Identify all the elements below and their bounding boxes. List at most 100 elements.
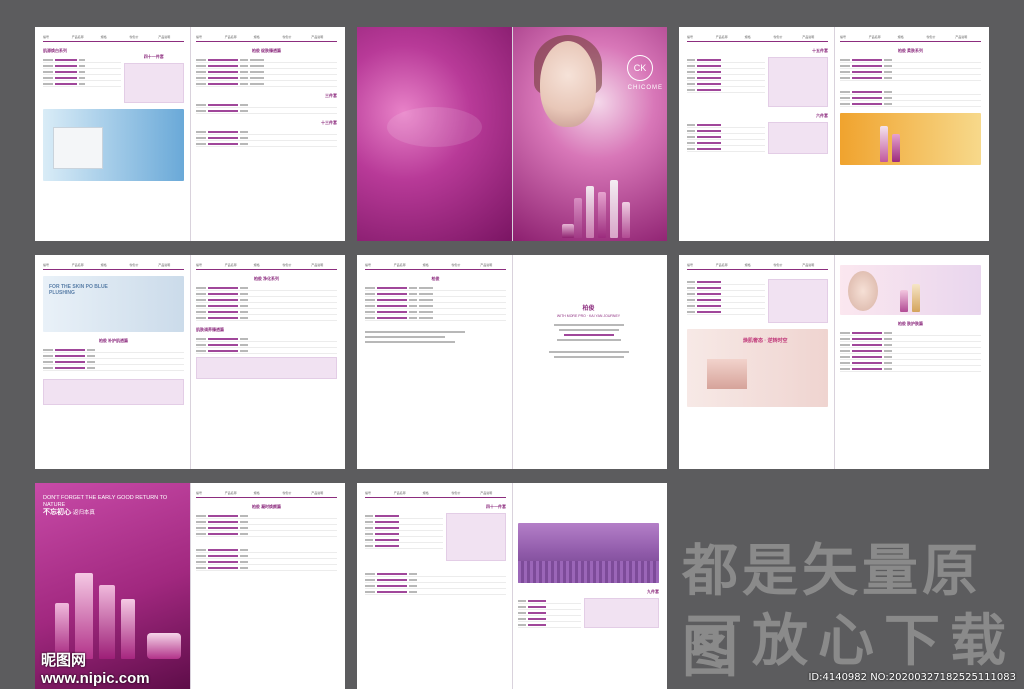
- page-right: 柏俊 WITH MORE PRO · KAI YAN JOURNEY: [512, 255, 667, 469]
- poster-lead: DON'T FORGET THE EARLY GOOD RETURN TO NA…: [43, 495, 168, 516]
- page-left: 编号 产品名称 规格 零售价 产品说明 四十一件套: [357, 483, 512, 689]
- section-title: 柏俊 凝时焕颜篇: [251, 504, 282, 509]
- product-table: [196, 336, 337, 354]
- page-right: 柏俊 肤护肤篇: [834, 255, 989, 469]
- catalog-spread-4: 编号 产品名称 规格 零售价 产品说明 FOR THE SKIN PO BLUE PLU…: [35, 255, 345, 469]
- nipic-logo: 昵图网 www.nipic.com: [41, 652, 150, 687]
- product-bottle: [622, 202, 630, 238]
- product-banner: FOR THE SKIN PO BLUE PLUSHING: [43, 276, 184, 332]
- banner-title: FOR THE SKIN PO BLUE PLUSHING: [49, 284, 108, 296]
- product-bottle: [892, 134, 900, 162]
- image-id: ID:4140982 NO:20200327182525111083: [808, 672, 1016, 683]
- description-box: [445, 513, 506, 561]
- page-left: 编号 产品名称 规格 零售价 产品说明 FOR THE SKIN PO BLUE PLU…: [35, 255, 190, 469]
- section-title: 柏俊 肤护肤篇: [897, 321, 924, 326]
- banner-title: 焕肌奢态 · 逆转时空: [743, 338, 788, 344]
- section-title: 柏俊 净化系列: [253, 276, 280, 281]
- product-table: [840, 89, 981, 107]
- back-cover: [357, 27, 512, 241]
- table-header: 编号 产品名称 规格 零售价 产品说明: [43, 263, 184, 270]
- product-table: [196, 285, 337, 321]
- product-bottle: [880, 126, 888, 162]
- section-title: 柏俊 绽肤臻透篇: [251, 48, 282, 53]
- product-table: [840, 57, 981, 81]
- product-table: [687, 122, 765, 154]
- product-bottle: [610, 180, 618, 238]
- page-right: 编号 产品名称 规格 零售价 产品说明 柏俊 柔肤系列: [834, 27, 989, 241]
- product-banner: [518, 523, 659, 583]
- catalog-spread-6: 编号 产品名称 规格 零售价 产品说明 焕肌奢态 · 逆转时空 柏俊 肤护肤篇: [679, 255, 989, 469]
- table-header: 编号 产品名称 规格 零售价 产品说明: [365, 491, 506, 498]
- section-subtitle: 三件套: [325, 93, 337, 98]
- product-bottle: [99, 585, 115, 659]
- description-box: [196, 357, 337, 379]
- section-title: 柏俊 补护肌透篇: [98, 338, 129, 343]
- description-box: [767, 279, 828, 323]
- description-box: [767, 57, 828, 107]
- page-right: 编号 产品名称 规格 零售价 产品说明 柏俊 凝时焕颜篇: [190, 483, 345, 689]
- product-table: [196, 57, 337, 87]
- product-table: [365, 285, 506, 321]
- table-header: 编号 产品名称 规格 零售价 产品说明: [196, 35, 337, 42]
- table-header: 编号 产品名称 规格 零售价 产品说明: [365, 263, 506, 270]
- table-header: 编号 产品名称 规格 零售价 产品说明: [196, 491, 337, 498]
- product-table: [365, 513, 443, 561]
- page-left: 编号 产品名称 规格 零售价 产品说明 十五件套 六件套: [679, 27, 834, 241]
- catalog-spread-cover: CK CHICOME: [357, 27, 667, 241]
- table-header: 编号 产品名称 规格 零售价 产品说明: [687, 35, 828, 42]
- page-left: 编号 产品名称 规格 零售价 产品说明 柏俊: [357, 255, 512, 469]
- table-header: 编号 产品名称 规格 零售价 产品说明: [43, 35, 184, 42]
- product-table: [518, 598, 582, 628]
- product-table: [43, 347, 184, 371]
- product-table: [43, 57, 121, 103]
- product-bottle: [574, 198, 582, 238]
- product-bottle: [900, 290, 908, 312]
- model-face: [540, 41, 596, 127]
- table-header: 编号 产品名称 规格 零售价 产品说明: [196, 263, 337, 270]
- product-bottle: [598, 192, 606, 238]
- product-table: [687, 57, 765, 107]
- product-table: [196, 129, 337, 147]
- catalog-spread-7: DON'T FORGET THE EARLY GOOD RETURN TO NA…: [35, 483, 345, 689]
- product-table: [365, 571, 506, 595]
- poster-page: DON'T FORGET THE EARLY GOOD RETURN TO NA…: [35, 483, 190, 689]
- description-box: [123, 63, 184, 103]
- product-banner: 焕肌奢态 · 逆转时空: [687, 329, 828, 407]
- product-bottle: [75, 573, 93, 659]
- product-banner: [840, 265, 981, 315]
- table-header: 编号 产品名称 规格 零售价 产品说明: [687, 263, 828, 270]
- description-box: [584, 598, 659, 628]
- catalog-spread-1: 编号 产品名称 规格 零售价 产品说明 肌源焕白系列 四十一件套 编号 产品名称 规格 零售价…: [35, 27, 345, 241]
- product-bottle: [912, 284, 920, 312]
- description-box: [767, 122, 828, 154]
- table-header: 编号 产品名称 规格 零售价 产品说明: [840, 35, 981, 42]
- brand-tagline: WITH MORE PRO · KAI YAN JOURNEY: [556, 314, 621, 318]
- catalog-spread-5: 编号 产品名称 规格 零售价 产品说明 柏俊 柏俊 WITH MORE PRO · KA…: [357, 255, 667, 469]
- section-subtitle: 四十一件套: [143, 54, 164, 59]
- brand-name: CHICOME: [627, 85, 663, 91]
- product-bottle: [586, 186, 594, 238]
- brand-heading: 柏俊: [582, 306, 595, 312]
- section-title: 柏俊: [431, 276, 440, 281]
- section-subtitle: 肌肤调养臻透篇: [196, 327, 224, 332]
- brand-logo: CK: [627, 55, 653, 81]
- description-box: [43, 379, 184, 405]
- catalog-spread-3: 编号 产品名称 规格 零售价 产品说明 十五件套 六件套 编号 产品名称 规格 …: [679, 27, 989, 241]
- section-title: 柏俊 柔肤系列: [897, 48, 924, 53]
- product-table: [196, 547, 337, 571]
- product-table: [687, 279, 765, 323]
- page-right: 编号 产品名称 规格 零售价 产品说明 柏俊 净化系列 肌肤调养臻透篇: [190, 255, 345, 469]
- front-cover: CK CHICOME: [512, 27, 667, 241]
- product-table: [196, 513, 337, 537]
- product-jar: [562, 224, 574, 238]
- product-banner: [43, 109, 184, 181]
- watermark-line-2: 可放心下载: [686, 609, 1016, 674]
- product-table: [196, 102, 337, 114]
- product-table: [840, 330, 981, 372]
- page-right: 编号 产品名称 规格 零售价 产品说明 柏俊 绽肤臻透篇 三件套 十三件套: [190, 27, 345, 241]
- catalog-spread-8: 编号 产品名称 规格 零售价 产品说明 四十一件套 九件套: [357, 483, 667, 689]
- product-banner: [840, 113, 981, 165]
- page-left: 编号 产品名称 规格 零售价 产品说明 焕肌奢态 · 逆转时空: [679, 255, 834, 469]
- section-subtitle: 十三件套: [321, 120, 337, 125]
- page-left: 编号 产品名称 规格 零售价 产品说明 肌源焕白系列 四十一件套: [35, 27, 190, 241]
